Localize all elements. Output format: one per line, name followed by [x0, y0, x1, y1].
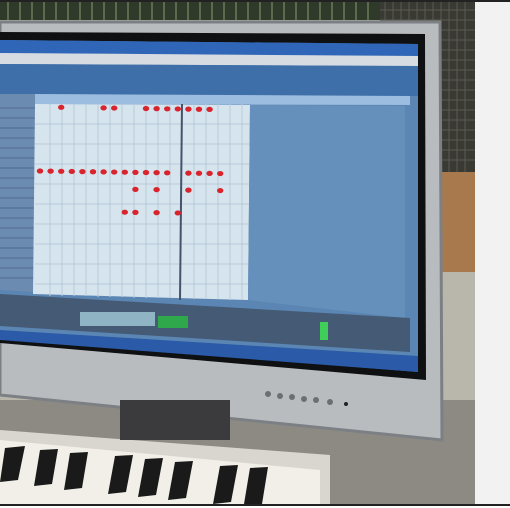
midi-note	[174, 210, 181, 216]
midi-note	[206, 170, 213, 176]
midi-note	[68, 168, 76, 175]
midi-note	[111, 105, 118, 111]
midi-note	[164, 170, 171, 176]
midi-note	[153, 106, 160, 112]
midi-note	[185, 106, 192, 112]
wood-shelf	[440, 172, 475, 272]
midi-note	[185, 187, 192, 193]
midi-note	[47, 168, 54, 174]
midi-note	[164, 106, 171, 112]
right-wall	[475, 2, 510, 504]
midi-note	[132, 169, 139, 175]
transport-display	[80, 312, 155, 326]
midi-note	[206, 106, 213, 112]
midi-note	[79, 169, 86, 175]
midi-note	[132, 186, 139, 192]
midi-note	[89, 169, 97, 175]
midi-note	[121, 169, 128, 175]
track-list	[0, 94, 35, 292]
midi-note	[153, 210, 160, 216]
midi-note	[121, 209, 128, 215]
transport-counter	[158, 316, 188, 328]
midi-note	[153, 187, 160, 193]
midi-note	[195, 106, 203, 112]
midi-note	[217, 170, 224, 177]
midi-note	[185, 170, 192, 176]
midi-note	[195, 170, 203, 176]
empty-arrange-area	[248, 105, 405, 318]
photo	[0, 2, 510, 504]
midi-note	[132, 209, 139, 215]
midi-note	[58, 104, 65, 110]
midi-note	[100, 169, 107, 175]
monitor-stand	[120, 400, 230, 440]
toolbar	[0, 64, 418, 96]
midi-note	[174, 106, 181, 112]
midi-note	[36, 168, 44, 174]
midi-note	[217, 187, 224, 194]
midi-note	[153, 170, 160, 176]
midi-note	[100, 105, 107, 111]
midi-note	[58, 168, 65, 174]
note-grid-area	[33, 104, 250, 300]
midi-note	[142, 105, 150, 112]
midi-note	[111, 169, 118, 175]
transport-meter	[320, 322, 328, 340]
midi-note	[142, 169, 150, 176]
